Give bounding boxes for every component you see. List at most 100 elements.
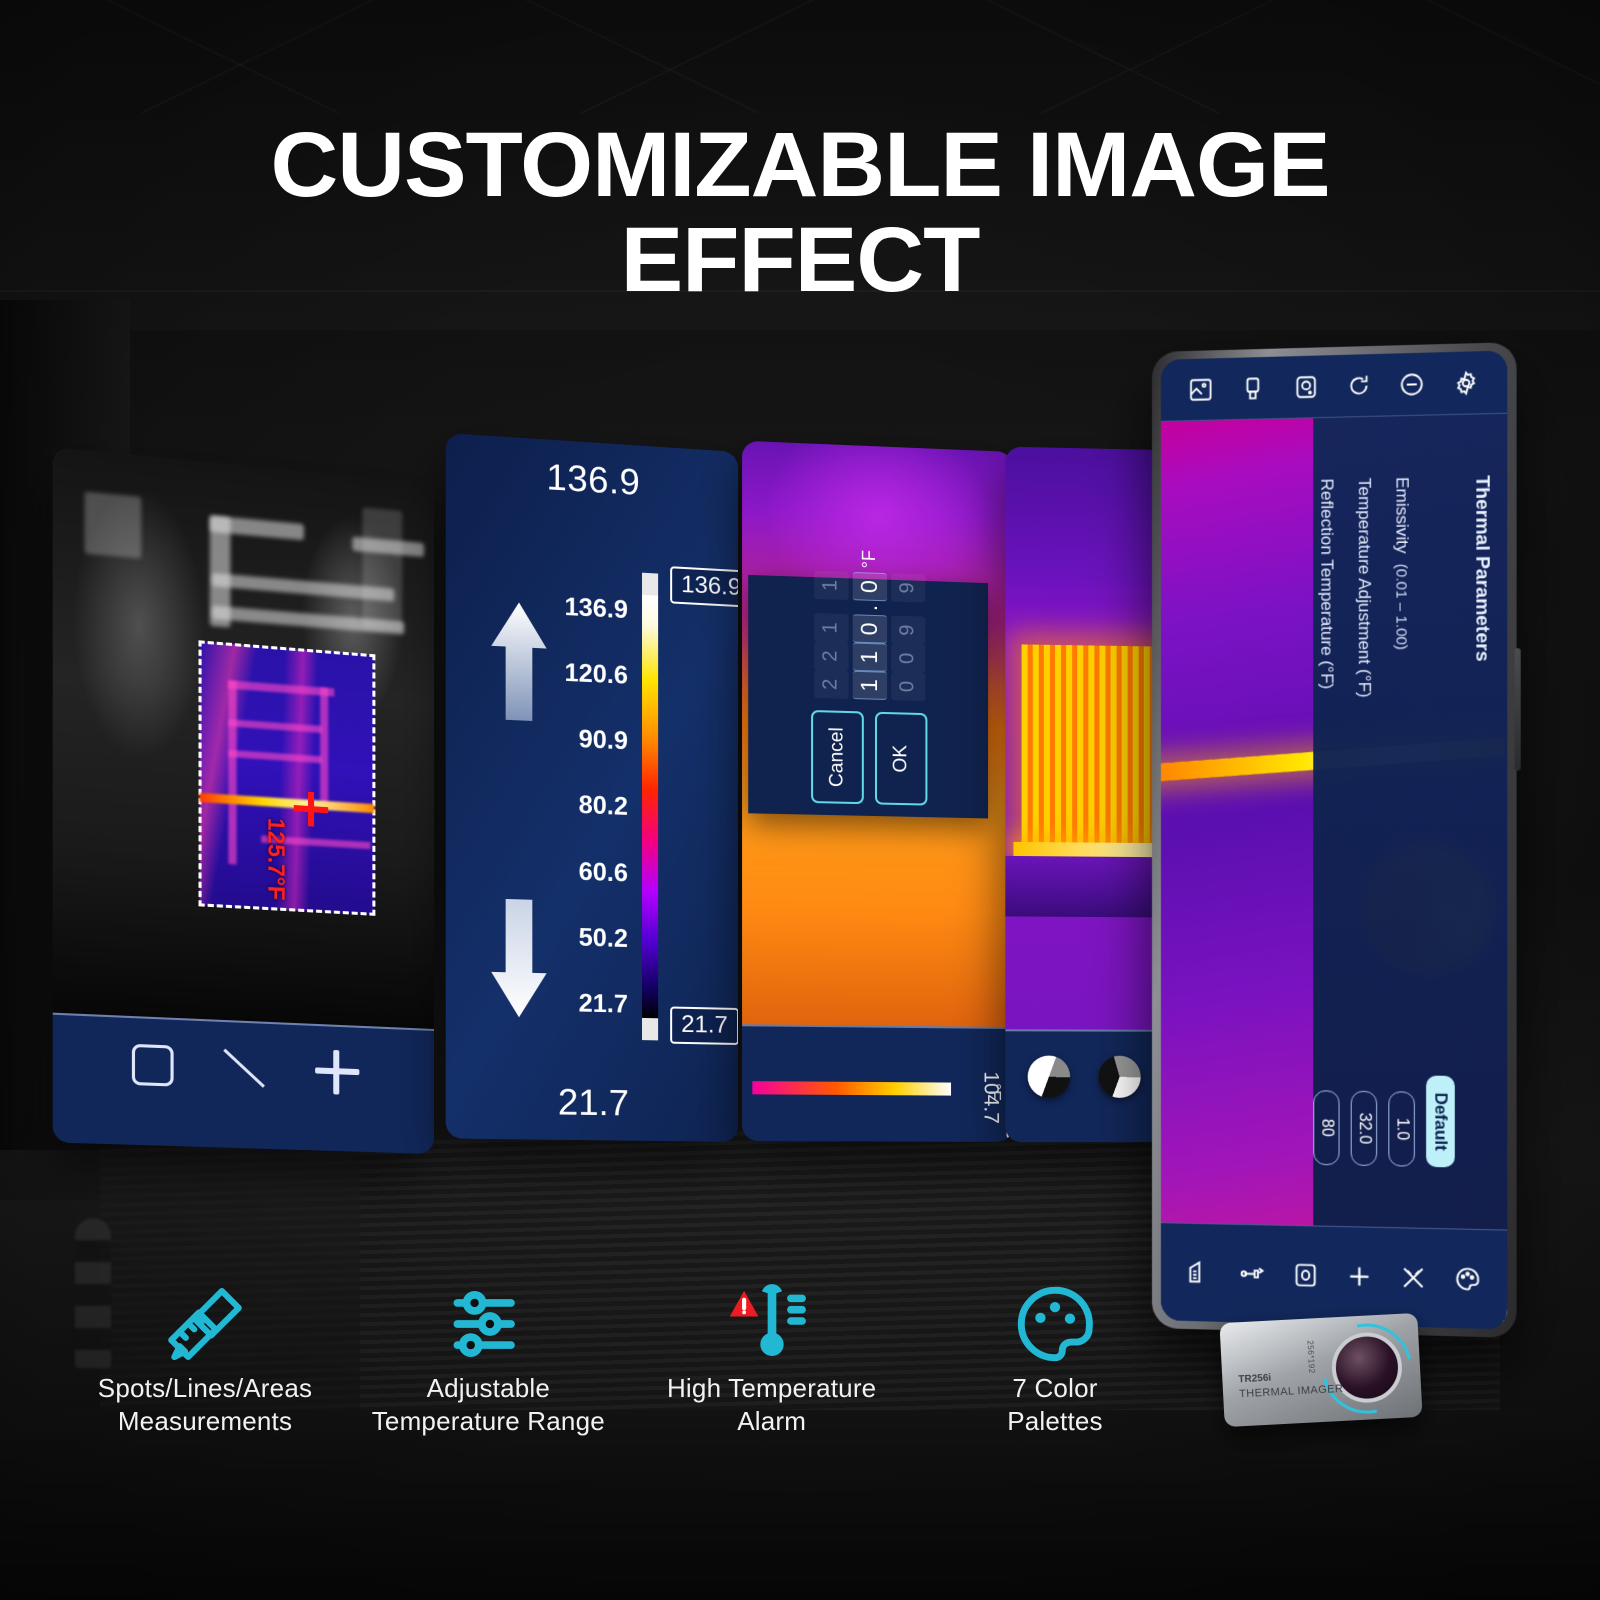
range-top-value: 136.9 (546, 455, 641, 504)
spot-marker-icon[interactable] (294, 791, 328, 828)
resolution-label: 256*192 (1305, 1340, 1317, 1374)
ruler-measure-icon (80, 1276, 330, 1372)
parameter-label: Temperature Adjustment (°F) (1354, 477, 1375, 698)
camera-icon[interactable] (1293, 373, 1319, 400)
gear-icon[interactable] (1453, 369, 1480, 396)
range-tick: 136.9 (564, 592, 628, 625)
area-square-icon[interactable] (131, 1043, 174, 1087)
parameter-label: Reflection Temperature (°F) (1317, 478, 1337, 690)
wheel-next[interactable]: 0 (890, 671, 925, 701)
top-toolbar[interactable] (1160, 350, 1508, 422)
tablet-device[interactable]: Thermal Parameters . Default Emissivity … (1152, 342, 1521, 1338)
digit-wheel[interactable]: 1 0 9 (813, 570, 925, 603)
range-tick: 21.7 (578, 989, 628, 1019)
bottom-toolbar[interactable] (1160, 1222, 1508, 1330)
scale-handle-low[interactable] (642, 1017, 659, 1041)
palette-black-hot[interactable] (1098, 1055, 1141, 1098)
palette-white-hot[interactable] (1027, 1055, 1071, 1098)
parameter-value[interactable]: 80 (1313, 1090, 1340, 1166)
wheel-selected[interactable]: 1 (851, 670, 887, 700)
digit-wheel[interactable]: 2 1 0 (813, 640, 925, 673)
minus-circle-icon[interactable] (1399, 370, 1426, 397)
number-wheels[interactable]: 2 1 0 2 1 0 1 0 9 . 1 0 9 °F (813, 548, 925, 701)
device-model-label: TR256i (1238, 1372, 1272, 1386)
cancel-button[interactable]: Cancel (810, 709, 864, 804)
power-button[interactable] (1514, 648, 1521, 771)
feature-label-line2: Alarm (737, 1406, 807, 1437)
wheel-next[interactable]: 9 (890, 615, 925, 645)
flashlight-icon[interactable] (1240, 375, 1266, 402)
feature-color-palettes: 7 Color Palettes (930, 1276, 1180, 1439)
wheel-prev[interactable]: 2 (813, 640, 848, 671)
parameter-row-emissivity[interactable]: Emissivity (0.01 – 1.00) 1.0 (1388, 477, 1415, 1167)
thermometer-icon[interactable] (1239, 1260, 1266, 1288)
line-icon[interactable] (221, 1044, 268, 1093)
feature-label-line1: High Temperature (666, 1373, 877, 1403)
sliders-icon (363, 1276, 613, 1372)
feature-temperature-range: Adjustable Temperature Range (363, 1276, 613, 1439)
hot-line (199, 792, 375, 814)
decrease-arrow-icon[interactable] (489, 896, 549, 1020)
thermal-parameters-panel[interactable]: Thermal Parameters . Default Emissivity … (1313, 413, 1508, 1230)
parameter-label: Emissivity (1392, 476, 1412, 554)
spot-cross-icon[interactable] (315, 1049, 359, 1095)
panel-title: Thermal Parameters (1471, 475, 1493, 662)
default-button[interactable]: Default (1426, 1075, 1455, 1168)
feature-label-line2: Palettes (1007, 1406, 1103, 1437)
feature-measurements: Spots/Lines/Areas Measurements (80, 1276, 330, 1439)
thermal-imager-device: 256*192 TR256i THERMAL IMAGER (1219, 1306, 1429, 1431)
feature-list: Spots/Lines/Areas Measurements Adjustabl… (80, 1276, 1180, 1439)
wheel-prev[interactable]: 2 (813, 669, 848, 699)
wheel-selected[interactable]: 1 (851, 642, 887, 672)
number-picker-dialog[interactable]: Cancel OK 2 1 0 2 1 0 1 0 9 . 1 0 9 °F (748, 549, 989, 819)
range-tick: 80.2 (578, 791, 628, 822)
tablet-screen[interactable]: Thermal Parameters . Default Emissivity … (1160, 350, 1508, 1330)
ok-button[interactable]: OK (874, 711, 927, 806)
decimal-point: . (855, 603, 882, 611)
rotate-icon[interactable] (1346, 372, 1372, 399)
gallery-icon[interactable] (1188, 376, 1214, 403)
parameter-value[interactable]: 32.0 (1350, 1090, 1378, 1167)
plus-icon[interactable] (1346, 1263, 1373, 1291)
range-tick: 50.2 (578, 923, 628, 953)
scale-max-label: 104.7 (980, 1071, 1004, 1124)
feature-label-line2: Temperature Range (371, 1406, 605, 1437)
range-high-callout[interactable]: 136.9 (670, 566, 738, 608)
wheel-selected[interactable]: 0 (851, 613, 887, 644)
range-tick-labels: 136.9 120.6 90.9 80.2 60.6 50.2 21.7 (559, 592, 628, 1019)
wheel-prev[interactable]: 1 (813, 612, 848, 642)
range-bottom-value: 21.7 (557, 1080, 629, 1124)
wheel-next[interactable]: 0 (890, 643, 925, 673)
panel-value-keypad[interactable]: Cancel OK 2 1 0 2 1 0 1 0 9 . 1 0 9 °F °… (742, 440, 1013, 1142)
increase-arrow-icon[interactable] (489, 599, 549, 724)
parameter-row-reflection-temp[interactable]: Reflection Temperature (°F) 80 (1313, 478, 1340, 1166)
panel-toolbar (52, 1012, 435, 1154)
crop-icon[interactable] (1400, 1264, 1428, 1292)
parameter-row-default[interactable]: . Default (1426, 476, 1455, 1168)
panel-temperature-range[interactable]: 136.9 136.9 120.6 90.9 80.2 60.6 50.2 21… (445, 432, 738, 1142)
image-view-icon[interactable] (1292, 1261, 1319, 1289)
range-tick: 120.6 (564, 658, 628, 691)
parameter-value[interactable]: 1.0 (1388, 1091, 1415, 1167)
wheel-next[interactable]: 9 (890, 572, 925, 603)
wheel-prev[interactable]: 1 (813, 570, 848, 600)
thermal-inset-overlay[interactable]: 125.7°F (198, 640, 376, 916)
range-tick: 60.6 (578, 857, 628, 888)
scale-handle-high[interactable] (642, 572, 659, 596)
ruler-icon[interactable] (1186, 1259, 1213, 1287)
parameter-range: (0.01 – 1.00) (1392, 563, 1411, 651)
feature-label-line1: 7 Color (1012, 1373, 1098, 1403)
panel-picture-in-picture[interactable]: 125.7°F (52, 447, 435, 1154)
feature-label-line1: Adjustable (426, 1373, 551, 1403)
palette-icon[interactable] (1454, 1265, 1482, 1293)
digit-wheel[interactable]: 1 0 9 (813, 612, 925, 645)
color-scale-bar[interactable] (642, 572, 659, 1041)
poster-root: CUSTOMIZABLE IMAGE EFFECT 125.7°F 136.9 … (0, 0, 1600, 1600)
range-low-callout[interactable]: 21.7 (670, 1006, 738, 1046)
digit-wheel[interactable]: 2 1 0 (813, 669, 925, 701)
wheel-selected[interactable]: 0 (851, 571, 887, 601)
panel-toolbar: °F 104.7 104.7 (742, 1024, 1013, 1142)
device-subtitle-label: THERMAL IMAGER (1238, 1382, 1344, 1401)
parameter-row-temp-adjust[interactable]: Temperature Adjustment (°F) 32.0 (1350, 477, 1378, 1167)
color-scale-bar[interactable] (752, 1081, 952, 1096)
